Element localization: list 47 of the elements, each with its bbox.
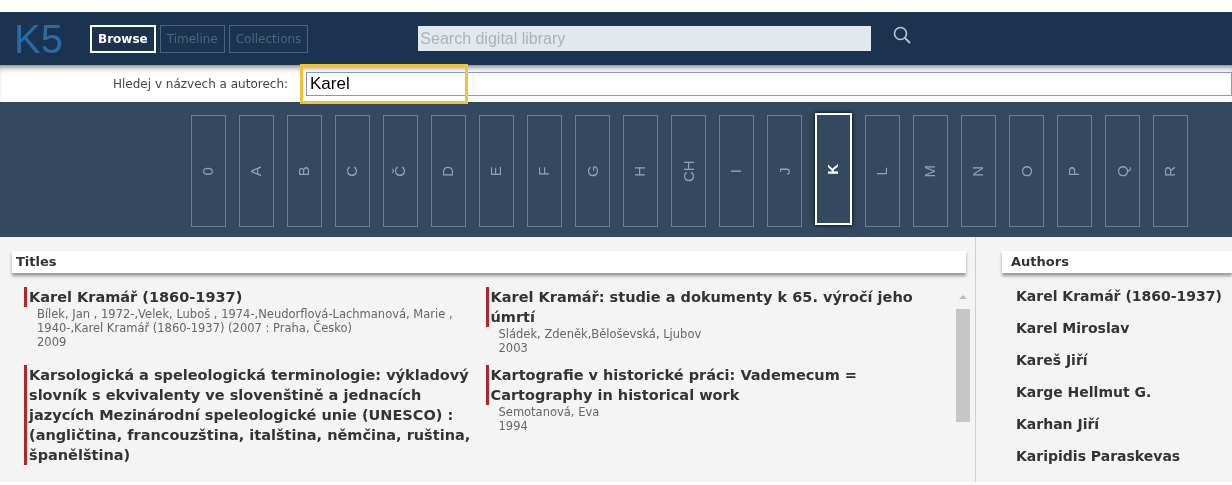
letter-tab[interactable]: 0 bbox=[191, 115, 226, 227]
letter-tab[interactable]: H bbox=[623, 115, 658, 227]
letter-tab[interactable]: Č bbox=[383, 115, 418, 227]
letter-tab[interactable]: CH bbox=[671, 115, 706, 227]
author-link[interactable]: Karhan Jiří bbox=[1016, 408, 1232, 440]
search-field[interactable]: Search digital library bbox=[418, 26, 872, 51]
panel-header: Titles bbox=[12, 251, 966, 273]
author-link[interactable]: Karel Miroslav bbox=[1016, 312, 1232, 344]
letter-tab[interactable]: I bbox=[719, 115, 754, 227]
scroll-thumb[interactable] bbox=[956, 309, 970, 422]
letter-tab[interactable]: J bbox=[767, 115, 802, 227]
title-link[interactable]: Karsologická a speleologická terminologie: výkladový slovník s ekvivalenty ve slovenštině a jednacích jazycích Mezinárodní speleologické unie (UNESCO) : (angličtina, francouzština, italština, němčina, ruština, španělština) bbox=[24, 365, 481, 465]
author-link[interactable]: Kareš Jiří bbox=[1016, 344, 1232, 376]
letter-tab[interactable]: B bbox=[287, 115, 322, 227]
authors-text: Sládek, Zdeněk,Běloševská, Ljubov bbox=[497, 327, 703, 341]
title-link[interactable]: Kartografie v historické práci: Vademecum = Cartography in historical work bbox=[485, 365, 942, 405]
search-icon[interactable] bbox=[893, 25, 912, 44]
year-text: 2009 bbox=[36, 335, 68, 349]
authors-text: Semotanová, Eva bbox=[497, 405, 601, 419]
filter-input[interactable]: Karel bbox=[306, 71, 1232, 96]
filter-label: Hledej v názvech a autorech: bbox=[113, 75, 290, 93]
letter-tab[interactable]: C bbox=[335, 115, 370, 227]
title-link[interactable]: Karel Kramář: studie a dokumenty k 65. výročí jeho úmrtí bbox=[485, 287, 942, 327]
letter-tab[interactable]: G bbox=[575, 115, 610, 227]
logo[interactable]: K5 bbox=[14, 18, 90, 59]
letter-tab[interactable]: P bbox=[1057, 115, 1092, 227]
letter-tab[interactable]: F bbox=[527, 115, 562, 227]
year-text: 2003 bbox=[497, 341, 529, 355]
letter-tab[interactable]: Q bbox=[1105, 115, 1140, 227]
year-text: 1994 bbox=[497, 419, 529, 433]
letter-tab[interactable]: O bbox=[1009, 115, 1044, 227]
author-link[interactable]: Karge Hellmut G. bbox=[1016, 376, 1232, 408]
letter-tab[interactable]: D bbox=[431, 115, 466, 227]
scroll-up-icon[interactable] bbox=[958, 293, 968, 301]
letter-tab[interactable]: L bbox=[865, 115, 900, 227]
authors-text: Bílek, Jan , 1972-,Velek, Luboš , 1974-,Neudorflová-Lachmanová, Marie , 1940-,Karel Kramář (1860-1937) (2007 : Praha, Česko) bbox=[36, 307, 454, 335]
letter-tab[interactable]: R bbox=[1153, 115, 1188, 227]
nav-tab[interactable]: Browse bbox=[90, 24, 156, 53]
title-link[interactable]: Karel Kramář (1860-1937) bbox=[24, 287, 481, 307]
panel-header: Authors bbox=[1002, 251, 1232, 273]
letter-tab[interactable]: N bbox=[961, 115, 996, 227]
letter-tab[interactable]: A bbox=[239, 115, 274, 227]
author-link[interactable]: Karel Kramář (1860-1937) bbox=[1016, 280, 1232, 312]
letter-tab[interactable]: E bbox=[479, 115, 514, 227]
letter-tab[interactable]: M bbox=[913, 115, 948, 227]
author-link[interactable]: Karipidis Paraskevas bbox=[1016, 440, 1232, 472]
letter-tab[interactable]: K bbox=[815, 113, 852, 225]
